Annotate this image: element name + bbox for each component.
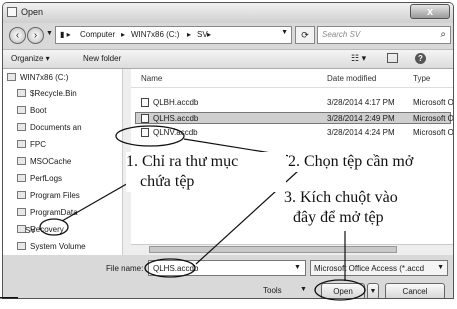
annotation-step-1: 1. Chỉ ra thư mục chứa tệp [126, 152, 286, 192]
sv-folder-highlight-ellipse [39, 218, 69, 236]
annotation-step-2: 2. Chọn tệp cần mở [288, 152, 414, 172]
baseline-mark [0, 297, 18, 299]
arrow-to-sv-folder [61, 181, 131, 222]
annotation-step-3: 3. Kích chuột vào đây để mở tệp [284, 188, 398, 228]
open-button-highlight-ellipse [314, 279, 366, 301]
selected-file-highlight-ellipse [115, 125, 185, 147]
file-name-highlight-ellipse [144, 258, 196, 278]
